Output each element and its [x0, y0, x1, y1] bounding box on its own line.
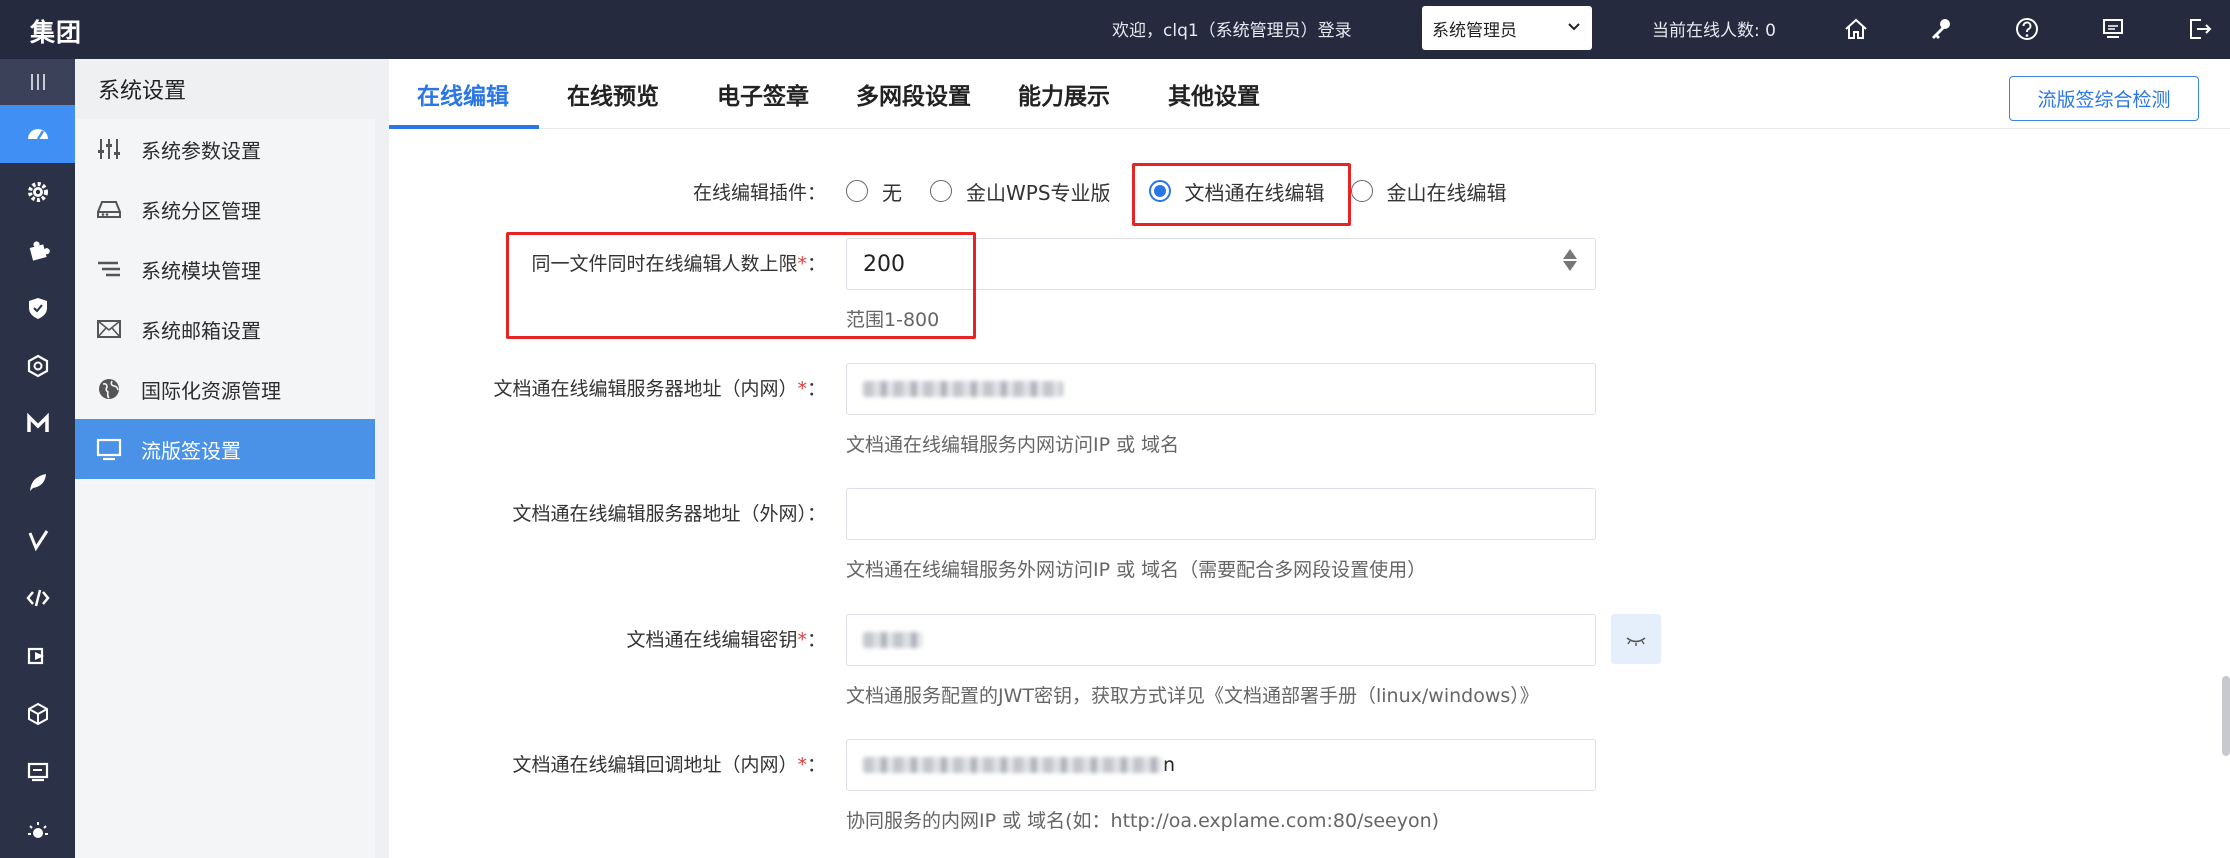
tab-capabilities[interactable]: 能力展示 [1018, 59, 1110, 129]
brand-title: 集团 [30, 18, 83, 47]
home-icon[interactable] [1837, 10, 1875, 48]
icon-rail [0, 59, 75, 858]
redacted-value [863, 757, 1163, 773]
max-editors-value: 200 [863, 251, 905, 277]
secret-label: 文档通在线编辑密钥*： [626, 629, 826, 651]
max-editors-hint: 范围1-800 [846, 309, 940, 331]
hexagon-icon[interactable] [0, 337, 75, 395]
dashboard-icon[interactable] [0, 105, 75, 163]
sidebar-item-i18n[interactable]: 国际化资源管理 [75, 359, 375, 419]
callback-hint: 协同服务的内网IP 或 域名(如：http://oa.explame.com:8… [846, 810, 1440, 832]
role-select[interactable]: 系统管理员 [1422, 6, 1592, 50]
callback-input[interactable]: n [846, 739, 1596, 791]
mail-icon [97, 320, 121, 338]
eye-closed-icon [1626, 637, 1646, 646]
sidebar-item-partition[interactable]: 系统分区管理 [75, 179, 375, 239]
menu-collapse-icon[interactable] [0, 59, 75, 105]
radio-circle[interactable] [930, 180, 952, 202]
sidebar-item-label: 系统模块管理 [141, 258, 261, 283]
settings-sidebar: 系统设置 系统参数设置 系统分区管理 系统模块管理 系统邮箱设置 国际化资源管理… [75, 59, 375, 858]
chevron-down-icon [1566, 18, 1582, 38]
server-internal-label: 文档通在线编辑服务器地址（内网）*： [493, 378, 826, 400]
top-bar: 集团 欢迎，clq1（系统管理员）登录 系统管理员 当前在线人数: 0 [0, 0, 2230, 59]
server-external-input[interactable] [846, 488, 1596, 540]
active-tab-indicator [389, 125, 539, 129]
radio-label: 金山在线编辑 [1386, 180, 1507, 205]
comprehensive-check-button[interactable]: 流版签综合检测 [2009, 76, 2199, 121]
max-editors-input[interactable]: 200 [846, 238, 1596, 290]
sidebar-item-label: 系统邮箱设置 [141, 318, 261, 343]
radio-kingsoft-online[interactable]: 金山在线编辑 [1350, 177, 1507, 206]
list-icon [98, 261, 120, 277]
plugin-label: 在线编辑插件： [692, 182, 826, 204]
feather-icon[interactable] [0, 453, 75, 511]
sidebar-item-label: 国际化资源管理 [141, 378, 281, 403]
secret-hint: 文档通服务配置的JWT密钥，获取方式详见《文档通部署手册（linux/windo… [846, 685, 1539, 707]
sliders-icon [98, 139, 120, 159]
stepper-up-icon[interactable] [1563, 249, 1577, 259]
radio-label: 金山WPS专业版 [966, 180, 1111, 205]
code-icon[interactable] [0, 569, 75, 627]
radio-label: 文档通在线编辑 [1184, 180, 1325, 205]
sidebar-item-label: 系统参数设置 [141, 138, 261, 163]
vertical-scrollbar[interactable] [2222, 676, 2230, 756]
monitor-icon[interactable] [2094, 10, 2132, 48]
m-icon[interactable] [0, 395, 75, 453]
plugin-radio-group: 无 金山WPS专业版 文档通在线编辑 金山在线编辑 [846, 176, 1535, 206]
max-editors-label: 同一文件同时在线编辑人数上限*： [531, 253, 826, 275]
logout-icon[interactable] [2180, 10, 2218, 48]
help-icon[interactable] [2008, 10, 2046, 48]
server-external-hint: 文档通在线编辑服务外网访问IP 或 域名（需要配合多网段设置使用） [846, 559, 1427, 581]
redacted-value [863, 381, 1063, 397]
radio-none[interactable]: 无 [846, 177, 902, 206]
pen-icon[interactable] [0, 511, 75, 569]
radio-circle[interactable] [1350, 180, 1373, 202]
secret-input[interactable] [846, 614, 1596, 666]
online-count: 当前在线人数: 0 [1652, 21, 1776, 41]
radio-circle[interactable] [846, 180, 868, 202]
sun-icon[interactable] [0, 801, 75, 858]
toggle-visibility-button[interactable] [1611, 614, 1661, 664]
redacted-value [863, 632, 923, 648]
number-stepper[interactable] [1563, 249, 1577, 271]
welcome-text: 欢迎，clq1（系统管理员）登录 [1112, 21, 1352, 41]
server-external-label: 文档通在线编辑服务器地址（外网）： [512, 503, 826, 525]
sidebar-item-system-params[interactable]: 系统参数设置 [75, 119, 375, 179]
shield-icon[interactable] [0, 279, 75, 337]
tab-online-preview[interactable]: 在线预览 [567, 59, 659, 129]
sidebar-item-liubanqian[interactable]: 流版签设置 [75, 419, 375, 479]
tab-e-signature[interactable]: 电子签章 [717, 59, 809, 129]
gear-icon[interactable] [0, 163, 75, 221]
callback-label: 文档通在线编辑回调地址（内网）*： [512, 754, 826, 776]
tab-other-settings[interactable]: 其他设置 [1168, 59, 1260, 129]
tab-multi-network[interactable]: 多网段设置 [856, 59, 971, 129]
stepper-down-icon[interactable] [1563, 261, 1577, 271]
sidebar-item-modules[interactable]: 系统模块管理 [75, 239, 375, 299]
radio-label: 无 [882, 180, 902, 205]
sidebar-item-label: 流版签设置 [141, 438, 241, 463]
radio-wps-pro[interactable]: 金山WPS专业版 [930, 177, 1111, 206]
monitor-icon [96, 438, 122, 461]
sidebar-item-mail[interactable]: 系统邮箱设置 [75, 299, 375, 359]
sidebar-item-label: 系统分区管理 [141, 198, 261, 223]
play-icon[interactable] [0, 627, 75, 685]
callback-value-tail: n [1163, 754, 1176, 776]
radio-wendangtong[interactable]: 文档通在线编辑 [1148, 177, 1325, 206]
tab-bar: 在线编辑 在线预览 电子签章 多网段设置 能力展示 其他设置 流版签综合检测 [389, 59, 2230, 129]
monitor-icon[interactable] [0, 743, 75, 801]
cube-icon[interactable] [0, 685, 75, 743]
server-internal-hint: 文档通在线编辑服务内网访问IP 或 域名 [846, 434, 1180, 456]
role-select-value: 系统管理员 [1432, 20, 1517, 41]
globe-icon [99, 379, 119, 399]
tab-online-edit[interactable]: 在线编辑 [417, 59, 509, 129]
server-internal-input[interactable] [846, 363, 1596, 415]
sidebar-title: 系统设置 [75, 59, 375, 119]
key-icon[interactable] [1922, 10, 1960, 48]
puzzle-icon[interactable] [0, 221, 75, 279]
sidebar-divider [375, 59, 389, 858]
drive-icon [97, 201, 121, 218]
online-edit-form: 在线编辑插件： 无 金山WPS专业版 文档通在线编辑 金山在线编辑 同一文件同时… [389, 130, 2204, 858]
radio-circle[interactable] [1148, 180, 1171, 202]
